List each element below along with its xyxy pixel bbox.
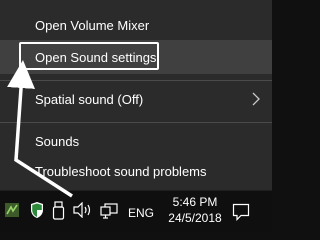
menu-item-troubleshoot-sound[interactable]: Troubleshoot sound problems [0, 154, 272, 188]
menu-separator [0, 80, 272, 81]
input-language-indicator[interactable]: ENG [128, 206, 154, 220]
menu-item-label: Open Volume Mixer [35, 17, 150, 33]
menu-separator [0, 122, 272, 123]
clock[interactable]: 5:46 PM 24/5/2018 [162, 194, 228, 226]
menu-item-sounds[interactable]: Sounds [0, 124, 272, 158]
chevron-right-icon [252, 92, 260, 106]
menu-item-spatial-sound[interactable]: Spatial sound (Off) [0, 82, 272, 116]
notification-icon[interactable] [232, 203, 250, 221]
menu-item-label: Sounds [35, 133, 80, 149]
security-shield-icon[interactable] [30, 201, 44, 219]
usb-device-icon[interactable] [52, 201, 66, 221]
clock-date: 24/5/2018 [168, 211, 222, 225]
menu-item-label: Troubleshoot sound problems [35, 163, 207, 179]
menu-item-label: Spatial sound (Off) [35, 91, 144, 107]
taskbar: ENG 5:46 PM 24/5/2018 [0, 190, 272, 232]
volume-context-menu: Open Volume Mixer Open Sound settings Sp… [0, 0, 272, 190]
menu-item-open-volume-mixer[interactable]: Open Volume Mixer [0, 8, 272, 42]
app-icon[interactable] [4, 202, 20, 218]
menu-item-open-sound-settings[interactable]: Open Sound settings [0, 40, 272, 74]
menu-item-label: Open Sound settings [35, 49, 157, 65]
volume-icon[interactable] [73, 202, 93, 218]
network-icon[interactable] [100, 203, 118, 219]
clock-time: 5:46 PM [172, 195, 218, 209]
